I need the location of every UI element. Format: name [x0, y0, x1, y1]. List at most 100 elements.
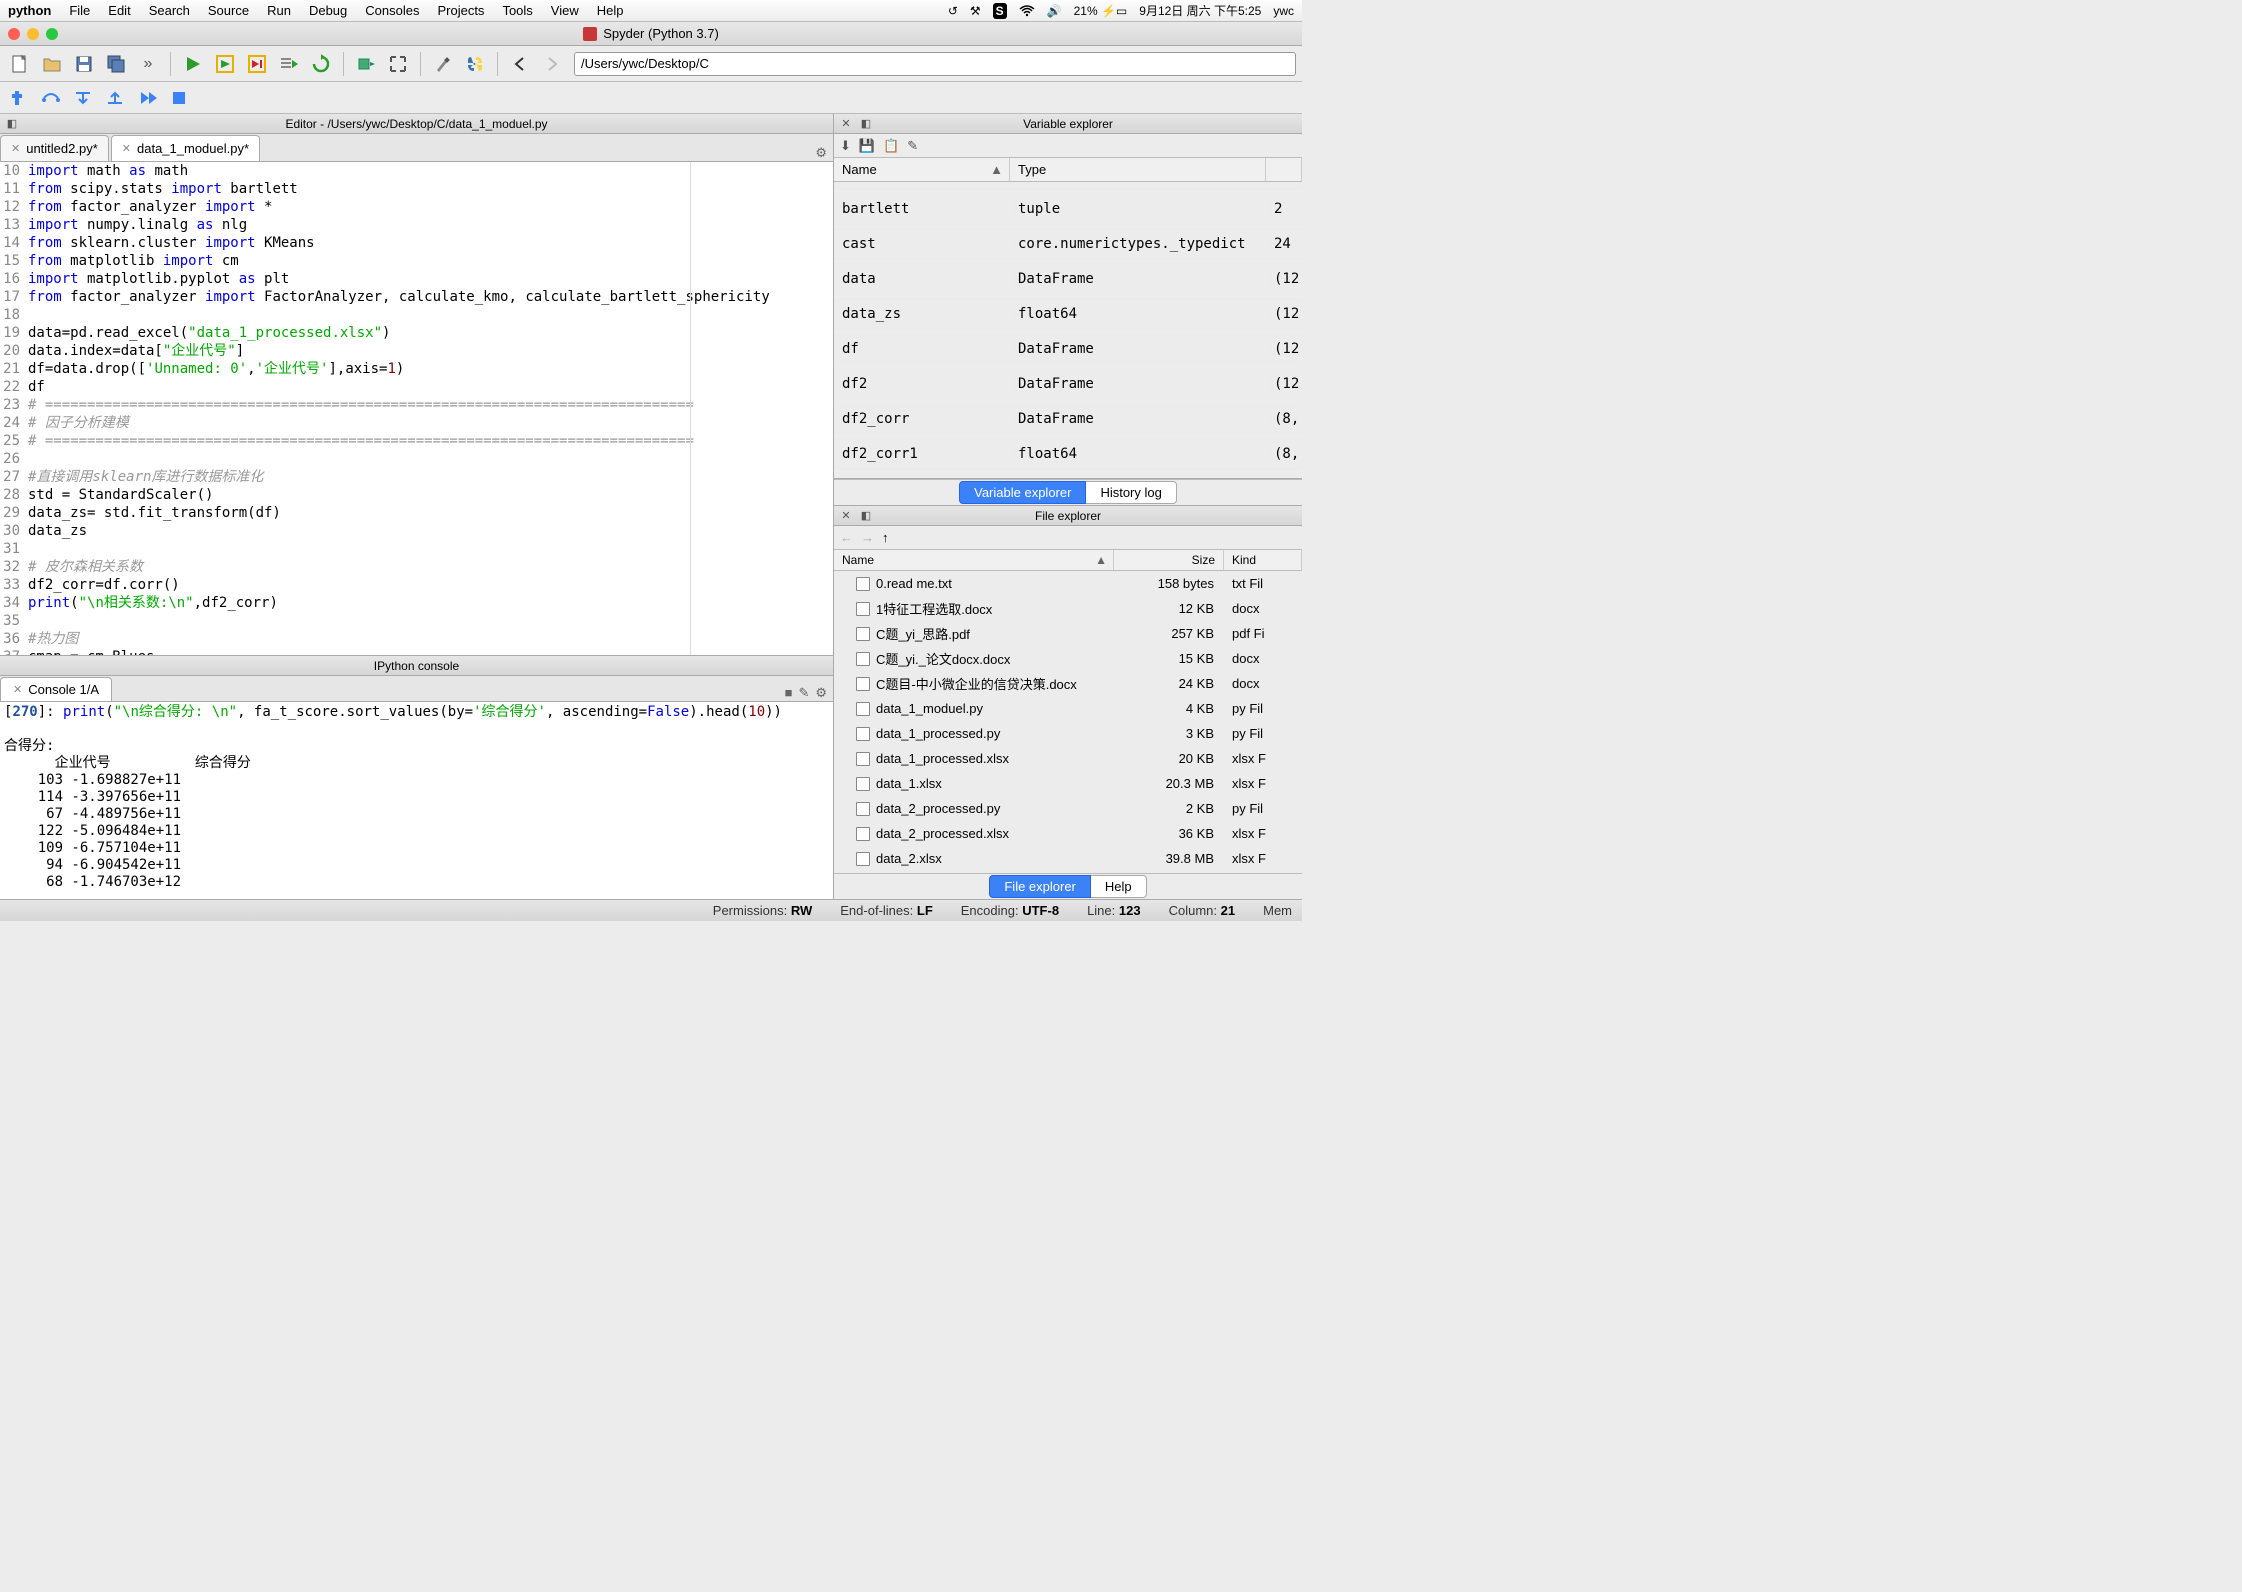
debug-step-button[interactable] — [352, 50, 380, 78]
run-cell-button[interactable] — [211, 50, 239, 78]
col-type[interactable]: Type — [1010, 158, 1266, 181]
menu-run[interactable]: Run — [267, 3, 291, 18]
menu-debug[interactable]: Debug — [309, 3, 347, 18]
console-output[interactable]: [270]: print("\n综合得分: \n", fa_t_score.so… — [0, 702, 833, 899]
save-data-icon[interactable]: 💾 — [859, 138, 875, 154]
debug-step-out-button[interactable] — [102, 85, 128, 111]
bluetooth-icon[interactable]: ⚒ — [970, 4, 981, 18]
editor-tab-untitled2[interactable]: ✕ untitled2.py* — [0, 135, 109, 161]
debug-stop-button[interactable] — [166, 85, 192, 111]
col-file-size[interactable]: Size — [1114, 550, 1224, 570]
preferences-button[interactable] — [429, 50, 457, 78]
maximize-button[interactable] — [384, 50, 412, 78]
file-row[interactable]: data_1_processed.xlsx20 KBxlsx F — [834, 746, 1302, 771]
col-file-kind[interactable]: Kind — [1224, 550, 1302, 570]
menu-help[interactable]: Help — [597, 3, 624, 18]
close-pane-icon[interactable]: ✕ — [838, 116, 854, 132]
working-directory-field[interactable]: /Users/ywc/Desktop/C — [574, 52, 1296, 76]
window-minimize-button[interactable] — [27, 28, 39, 40]
variable-row[interactable]: dataDataFrame(12 — [834, 262, 1302, 297]
file-row[interactable]: C题_yi_思路.pdf257 KBpdf Fi — [834, 621, 1302, 646]
code-editor[interactable]: 1011121314151617181920212223242526272829… — [0, 162, 833, 655]
rerun-button[interactable] — [307, 50, 335, 78]
user-menu[interactable]: ywc — [1273, 4, 1294, 18]
battery-status[interactable]: 21% ⚡▭ — [1074, 4, 1128, 18]
gear-icon[interactable]: ⚙ — [815, 685, 827, 701]
variable-row[interactable]: df2DataFrame(12 — [834, 367, 1302, 402]
variable-row[interactable]: dfDataFrame(12 — [834, 332, 1302, 367]
console-tab-1a[interactable]: ✕ Console 1/A — [0, 677, 112, 701]
run-cell-advance-button[interactable] — [243, 50, 271, 78]
col-size[interactable] — [1266, 158, 1302, 181]
col-name[interactable]: Name▲ — [834, 158, 1010, 181]
more-icon[interactable]: » — [134, 50, 162, 78]
open-file-button[interactable] — [38, 50, 66, 78]
nav-up-icon[interactable]: ↑ — [882, 530, 889, 545]
menu-file[interactable]: File — [69, 3, 90, 18]
file-row[interactable]: C题目-中小微企业的信贷决策.docx24 KBdocx — [834, 671, 1302, 696]
debug-button[interactable] — [6, 85, 32, 111]
app-menu[interactable]: python — [8, 3, 51, 18]
editor-undock-icon[interactable]: ◧ — [4, 116, 20, 132]
debug-continue-button[interactable] — [134, 85, 160, 111]
history-icon[interactable]: ↺ — [948, 4, 958, 18]
run-button[interactable] — [179, 50, 207, 78]
tab-help[interactable]: Help — [1091, 875, 1147, 898]
tab-history-log[interactable]: History log — [1086, 481, 1176, 504]
file-row[interactable]: data_1.xlsx20.3 MBxlsx F — [834, 771, 1302, 796]
close-pane-icon[interactable]: ✕ — [838, 508, 854, 524]
save-button[interactable] — [70, 50, 98, 78]
editor-tab-data1[interactable]: ✕ data_1_moduel.py* — [111, 135, 260, 161]
tab-variable-explorer[interactable]: Variable explorer — [959, 481, 1086, 504]
col-file-name[interactable]: Name▲ — [834, 550, 1114, 570]
menu-source[interactable]: Source — [208, 3, 249, 18]
variable-row[interactable]: castcore.numerictypes._typedict24 — [834, 227, 1302, 262]
run-selection-button[interactable] — [275, 50, 303, 78]
save-as-icon[interactable]: 📋 — [883, 138, 899, 154]
close-icon[interactable]: ✕ — [11, 142, 20, 155]
variable-row[interactable]: df2_corr1float64(8, — [834, 437, 1302, 472]
file-row[interactable]: data_2_processed.py2 KBpy Fil — [834, 796, 1302, 821]
python-icon[interactable] — [461, 50, 489, 78]
undock-pane-icon[interactable]: ◧ — [858, 508, 874, 524]
file-row[interactable]: data_2_processed.xlsx36 KBxlsx F — [834, 821, 1302, 846]
variable-row[interactable]: bartletttuple2 — [834, 192, 1302, 227]
ime-icon[interactable]: S — [993, 3, 1007, 19]
debug-step-over-button[interactable] — [38, 85, 64, 111]
variable-row[interactable]: data_zsfloat64(12 — [834, 297, 1302, 332]
import-data-icon[interactable]: ⬇ — [840, 138, 851, 154]
nav-forward-icon[interactable]: → — [861, 530, 874, 545]
file-row[interactable]: data_1_processed.py3 KBpy Fil — [834, 721, 1302, 746]
nav-back-icon[interactable]: ← — [840, 530, 853, 545]
save-all-button[interactable] — [102, 50, 130, 78]
remove-var-icon[interactable]: ✎ — [907, 138, 918, 154]
variable-row[interactable]: df2_corrDataFrame(8, — [834, 402, 1302, 437]
menu-edit[interactable]: Edit — [108, 3, 130, 18]
file-row[interactable]: 0.read me.txt158 bytestxt Fil — [834, 571, 1302, 596]
console-options-icon[interactable]: ✎ — [798, 685, 809, 701]
wifi-icon[interactable] — [1019, 5, 1035, 17]
menu-search[interactable]: Search — [149, 3, 190, 18]
debug-step-into-button[interactable] — [70, 85, 96, 111]
gear-icon[interactable]: ⚙ — [815, 145, 827, 161]
clock[interactable]: 9月12日 周六 下午5:25 — [1139, 2, 1261, 19]
new-file-button[interactable] — [6, 50, 34, 78]
nav-back-button[interactable] — [506, 50, 534, 78]
close-icon[interactable]: ✕ — [13, 683, 22, 696]
menu-consoles[interactable]: Consoles — [365, 3, 419, 18]
menu-view[interactable]: View — [551, 3, 579, 18]
nav-forward-button[interactable] — [538, 50, 566, 78]
window-maximize-button[interactable] — [46, 28, 58, 40]
undock-pane-icon[interactable]: ◧ — [858, 116, 874, 132]
close-icon[interactable]: ✕ — [122, 142, 131, 155]
file-row[interactable]: C题_yi._论文docx.docx15 KBdocx — [834, 646, 1302, 671]
menu-tools[interactable]: Tools — [502, 3, 532, 18]
volume-icon[interactable]: 🔊 — [1047, 4, 1062, 18]
console-stop-icon[interactable]: ■ — [785, 685, 793, 701]
window-close-button[interactable] — [8, 28, 20, 40]
file-row[interactable]: data_1_moduel.py4 KBpy Fil — [834, 696, 1302, 721]
menu-projects[interactable]: Projects — [437, 3, 484, 18]
file-row[interactable]: 1特征工程选取.docx12 KBdocx — [834, 596, 1302, 621]
tab-file-explorer[interactable]: File explorer — [989, 875, 1091, 898]
file-row[interactable]: data_2.xlsx39.8 MBxlsx F — [834, 846, 1302, 871]
